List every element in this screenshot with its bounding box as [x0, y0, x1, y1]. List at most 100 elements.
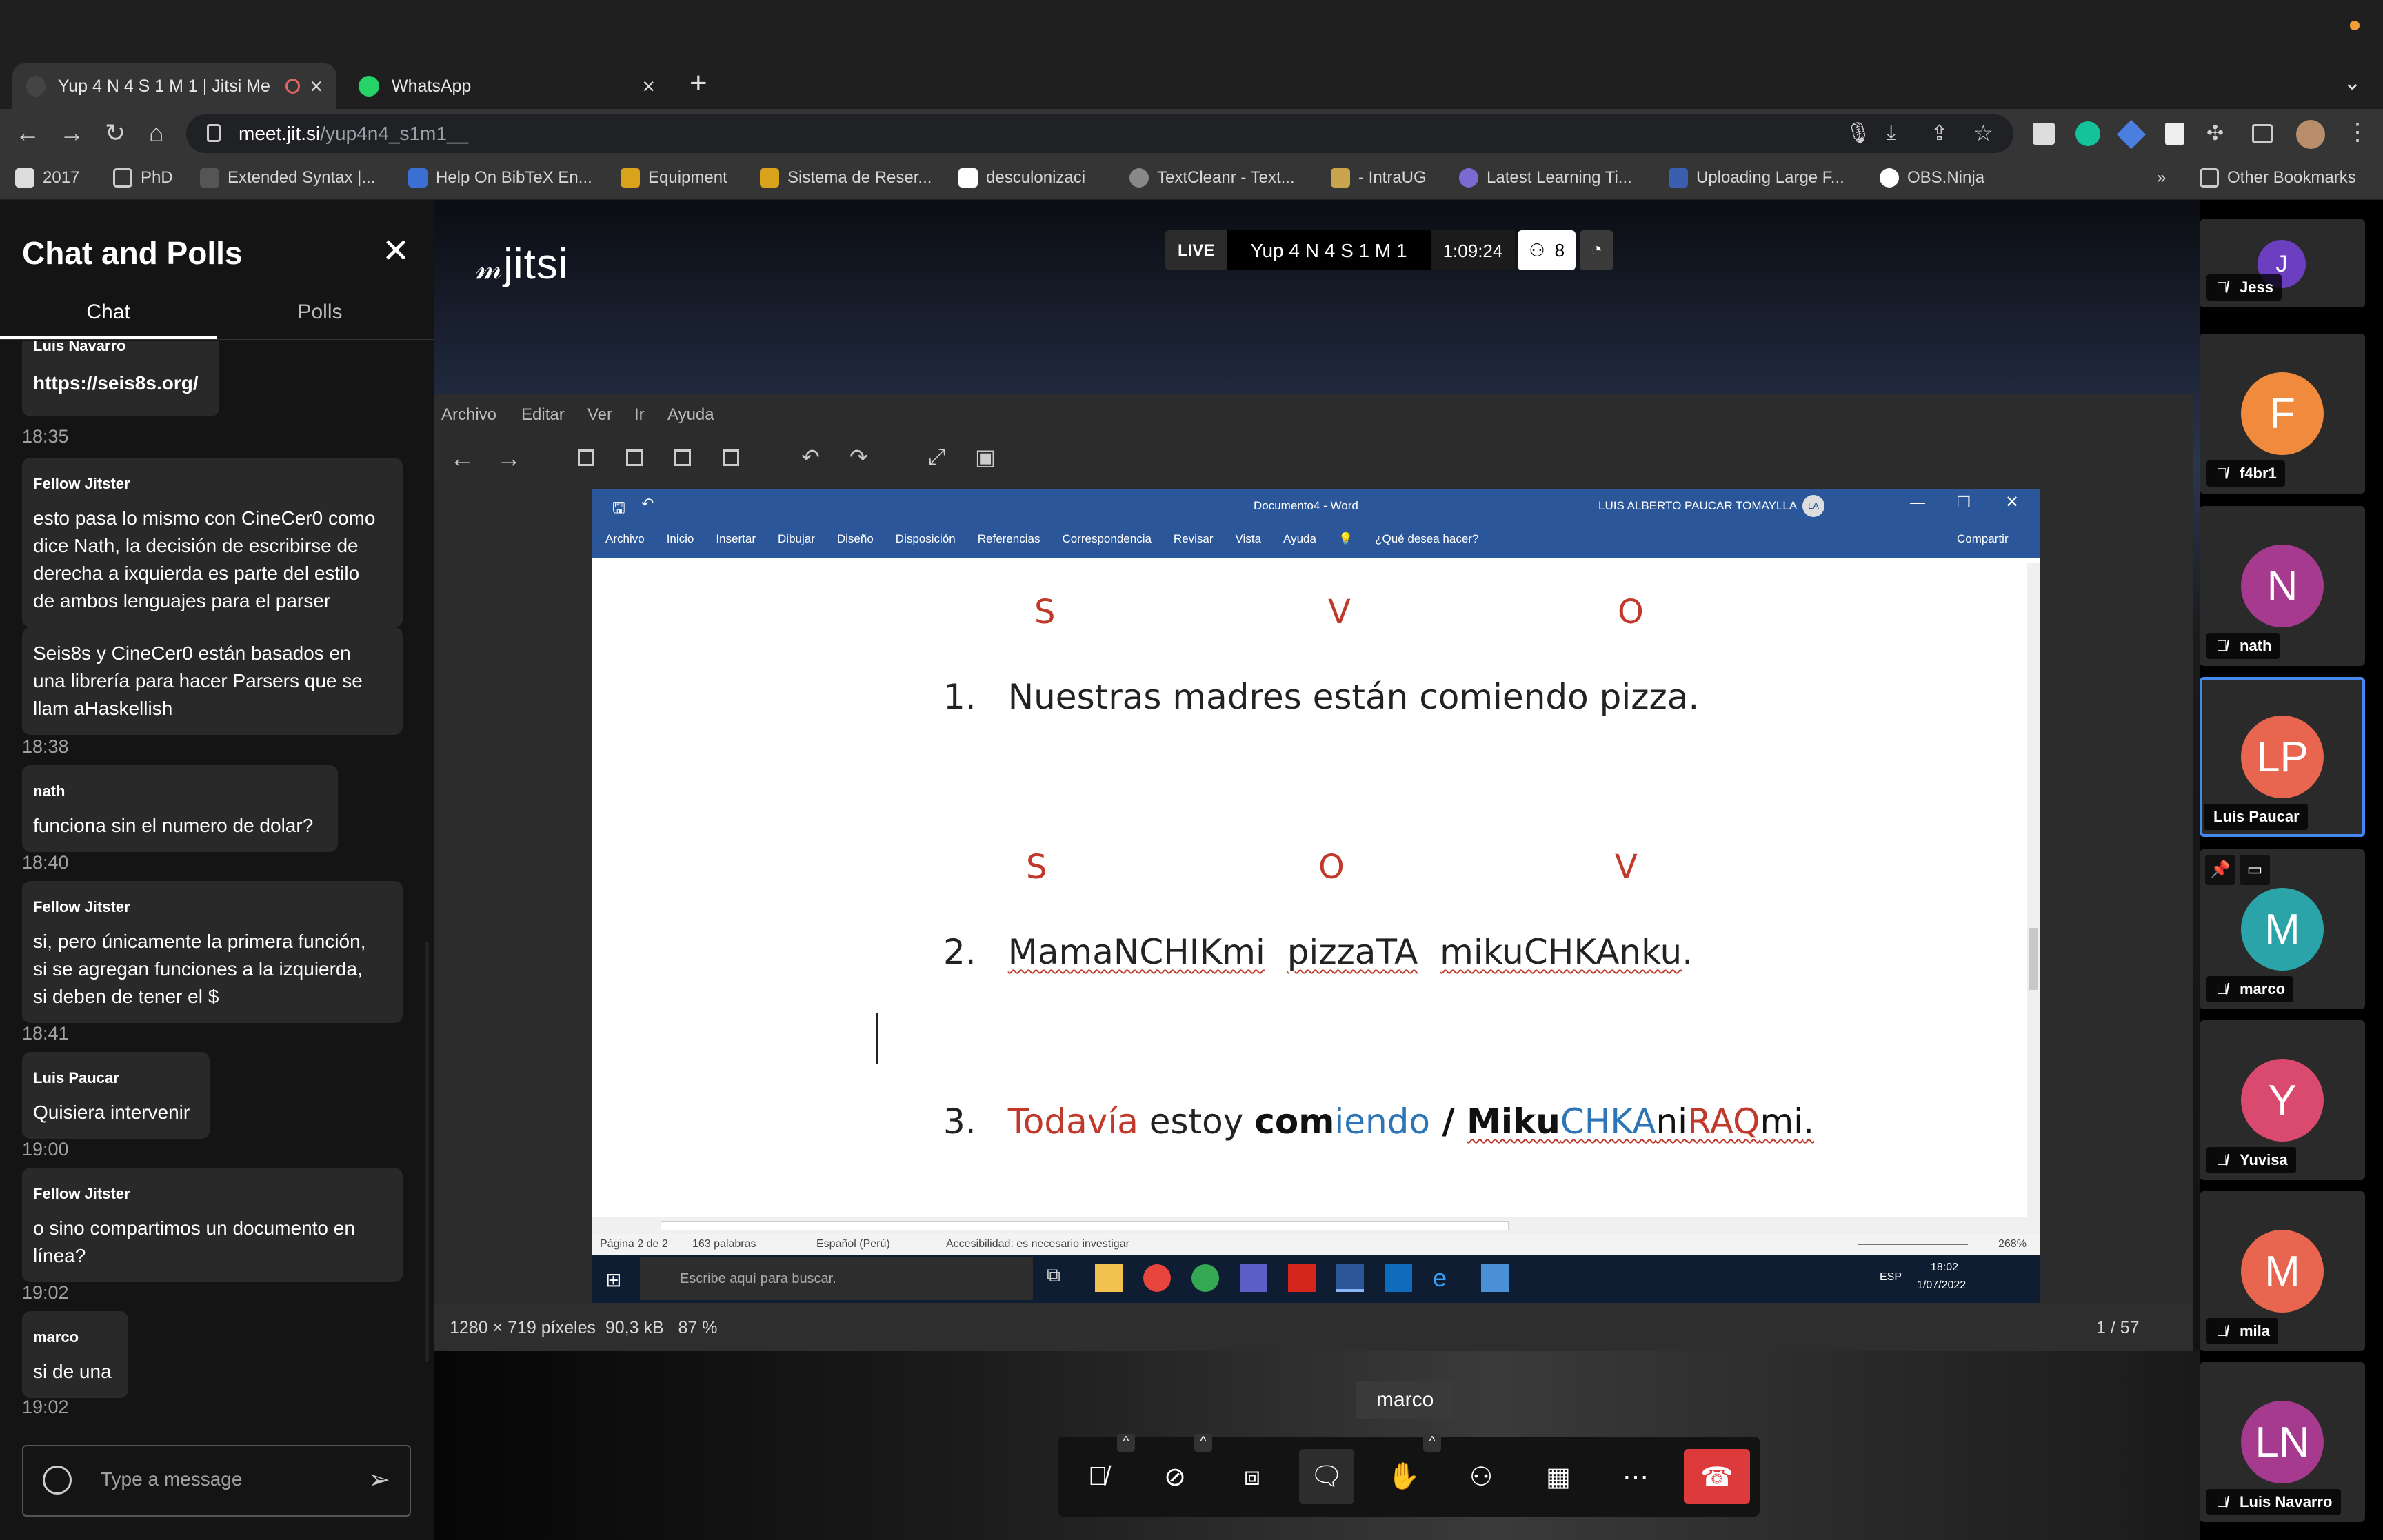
bookmark-item[interactable]: desculonizaci [958, 168, 1085, 188]
participant-tile[interactable]: 📌 ▭ M 🎙̸ marco [2200, 849, 2365, 1009]
bookmark-item[interactable]: Sistema de Reser... [760, 168, 932, 188]
new-tab-icon[interactable]: + [690, 66, 707, 101]
address-bar[interactable]: meet.jit.si/yup4n4_s1m1__ [186, 114, 2013, 153]
fullscreen-icon[interactable]: ⤢ [928, 444, 946, 470]
chat-message: Luis Navarro https://seis8s.org/ [22, 341, 219, 416]
participants-count-badge[interactable]: ⚇ 8 [1518, 230, 1576, 270]
dominant-speaker-label: marco [1356, 1381, 1455, 1419]
zoom-fit-icon[interactable] [674, 449, 691, 466]
hangup-button[interactable]: ☎ [1684, 1449, 1750, 1504]
extensions-puzzle-icon[interactable]: ✣ [2206, 121, 2224, 145]
word-vscroll-thumb [2029, 928, 2038, 990]
bookmark-star-icon[interactable]: ☆ [1973, 120, 1993, 146]
rotate-left-icon[interactable]: ↶ [801, 444, 820, 470]
send-icon[interactable]: ➢ [368, 1464, 390, 1495]
emoji-icon[interactable] [43, 1466, 72, 1495]
participant-tile[interactable]: J 🎙̸ Jess [2200, 219, 2365, 307]
bookmark-item[interactable]: Equipment [621, 168, 727, 188]
next-icon[interactable]: → [496, 444, 521, 473]
bookmark-folder[interactable]: PhD [113, 168, 173, 188]
mic-off-icon: 🎙̸ [2216, 1322, 2228, 1339]
reactions-chevron-icon[interactable]: ^ [1423, 1434, 1441, 1452]
bookmark-icon [1331, 168, 1350, 188]
menu-item[interactable]: Ir [634, 405, 645, 425]
tab-polls[interactable]: Polls [217, 301, 423, 324]
chat-message: nath funciona sin el numero de dolar? [22, 765, 338, 852]
tab-whatsapp[interactable]: WhatsApp × [345, 63, 669, 109]
zoom-original-icon[interactable] [723, 449, 739, 466]
microphone-icon[interactable]: 🎙 [1845, 121, 1871, 145]
bookmark-item[interactable]: - IntraUG [1331, 168, 1427, 188]
participant-tile[interactable]: M 🎙̸ mila [2200, 1191, 2365, 1351]
folder-icon [2200, 168, 2219, 188]
install-icon[interactable]: ⤓ [1887, 121, 1896, 145]
camera-off-button[interactable]: ⊘ [1147, 1449, 1203, 1504]
screen-share-button[interactable]: ⧈ [1225, 1449, 1280, 1504]
participant-avatar: F [2241, 372, 2324, 455]
rotate-right-icon[interactable]: ↷ [849, 444, 868, 470]
bookmark-item[interactable]: Extended Syntax |... [200, 168, 375, 188]
word-app-icon [1336, 1264, 1364, 1292]
raise-hand-button[interactable]: ✋ [1376, 1449, 1431, 1504]
previous-icon[interactable]: ← [450, 444, 474, 473]
tile-view-button[interactable]: ▦ [1531, 1449, 1586, 1504]
zoom-in-icon[interactable] [626, 449, 643, 466]
profile-avatar[interactable] [2296, 120, 2325, 149]
bookmark-item[interactable]: Help On BibTeX En... [408, 168, 592, 188]
word-user-name: LUIS ALBERTO PAUCAR TOMAYLLA [1598, 499, 1798, 512]
share-icon[interactable]: ⇪ [1931, 121, 1948, 145]
other-bookmarks[interactable]: Other Bookmarks [2200, 168, 2356, 188]
close-chat-icon[interactable]: ✕ [382, 232, 410, 270]
word-ribbon: Archivo Inicio Insertar Dibujar Diseño D… [605, 532, 1479, 545]
extension-facebook-icon[interactable] [2033, 123, 2055, 145]
participant-tile-active[interactable]: LP Luis Paucar [2200, 677, 2365, 837]
participant-name: 🎙̸ marco [2206, 976, 2294, 1002]
connection-quality-icon[interactable]: ◔ [1580, 230, 1614, 270]
participant-tile[interactable]: Y 🎙̸ Yuvisa [2200, 1020, 2365, 1180]
bookmark-item[interactable]: Latest Learning Ti... [1459, 168, 1632, 188]
chat-toggle-button[interactable]: 🗨 [1299, 1449, 1354, 1504]
sentence-3-run: com [1254, 1102, 1335, 1142]
menu-item[interactable]: Ver [587, 405, 612, 425]
mute-microphone-button[interactable]: 🎙̸ [1070, 1449, 1125, 1504]
participant-tile[interactable]: N 🎙̸ nath [2200, 506, 2365, 666]
bookmark-item[interactable]: TextCleanr - Text... [1129, 168, 1295, 188]
tab-chat[interactable]: Chat [0, 301, 217, 324]
lock-icon [207, 124, 221, 142]
bookmarks-overflow[interactable]: » [2157, 168, 2166, 188]
pin-icon[interactable]: 📌 [2205, 855, 2235, 885]
bookmark-item[interactable]: 2017 [15, 168, 79, 188]
sentence-2: 2. MamaNCHIKmi pizzaTA mikuCHKAnku. [943, 932, 1693, 972]
menu-item[interactable]: Editar [521, 405, 565, 425]
tab-search-chevron-icon[interactable]: ⌄ [2343, 69, 2362, 95]
reload-icon[interactable]: ↻ [105, 119, 125, 148]
home-icon[interactable]: ⌂ [149, 119, 164, 148]
taskbar-time: 18:02 [1931, 1262, 1959, 1273]
close-tab-icon[interactable]: × [642, 74, 655, 99]
close-tab-icon[interactable]: × [310, 74, 323, 99]
menu-item[interactable]: Ayuda [667, 405, 714, 425]
room-name: Yup 4 N 4 S 1 M 1 [1227, 230, 1431, 270]
message-link[interactable]: https://seis8s.org/ [33, 369, 208, 397]
slideshow-icon[interactable]: ▣ [975, 444, 996, 470]
extension-grammarly-icon[interactable] [2075, 121, 2100, 146]
audio-settings-chevron-icon[interactable]: ^ [1117, 1434, 1135, 1452]
menu-kebab-icon[interactable]: ⋮ [2346, 119, 2369, 146]
chat-input-box[interactable]: Type a message ➢ [22, 1445, 411, 1517]
participant-tile[interactable]: F 🎙̸ f4br1 [2200, 334, 2365, 494]
message-input[interactable]: Type a message [101, 1468, 242, 1490]
forward-icon[interactable]: → [59, 119, 84, 148]
message-sender: Fellow Jitster [33, 1185, 130, 1202]
menu-item[interactable]: Archivo [441, 405, 496, 425]
bookmark-item[interactable]: Uploading Large F... [1669, 168, 1844, 188]
zoom-out-icon[interactable] [578, 449, 594, 466]
side-panel-icon[interactable] [2252, 124, 2273, 143]
more-actions-button[interactable]: ⋯ [1608, 1449, 1663, 1504]
back-icon[interactable]: ← [15, 119, 40, 148]
video-settings-chevron-icon[interactable]: ^ [1194, 1434, 1212, 1452]
participants-button[interactable]: ⚇ [1454, 1449, 1509, 1504]
bookmark-item[interactable]: OBS.Ninja [1880, 168, 1984, 188]
participant-tile[interactable]: LN 🎙̸ Luis Navarro [2200, 1362, 2365, 1522]
extension-page-icon[interactable] [2165, 123, 2184, 145]
tab-jitsi[interactable]: Yup 4 N 4 S 1 M 1 | Jitsi Me × [12, 63, 336, 109]
